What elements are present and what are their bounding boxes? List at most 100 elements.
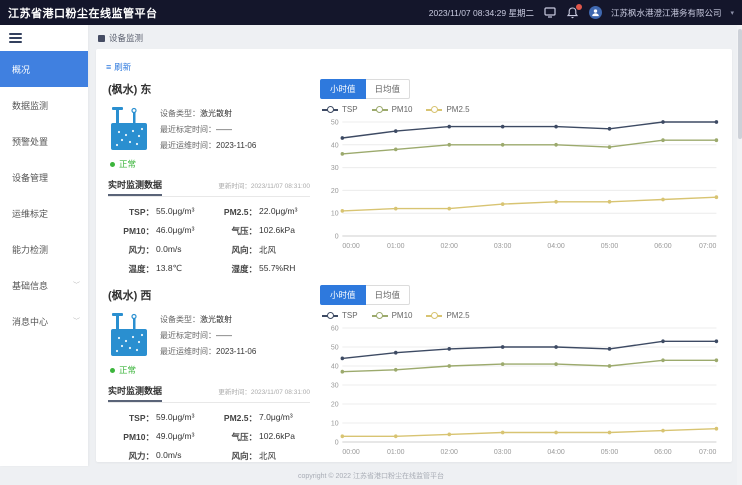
- tsp-value: 59.0μg/m³: [156, 412, 194, 424]
- device-type-label: 设备类型：: [160, 109, 200, 118]
- sidebar-item-device-management[interactable]: 设备管理: [0, 159, 88, 195]
- bell-icon[interactable]: [566, 6, 580, 20]
- last-calibration-value: ——: [216, 125, 232, 134]
- last-maintenance-value: 2023-11-06: [216, 347, 256, 356]
- app-window: 江苏省港口粉尘在线监管平台 2023/11/07 08:34:29 星期二 江苏…: [0, 0, 742, 485]
- status-text: 正常: [119, 364, 136, 376]
- hamburger-icon[interactable]: [9, 33, 22, 43]
- tab-daily[interactable]: 日均值: [366, 79, 411, 99]
- last-calibration-label: 最近标定时间：: [160, 331, 216, 340]
- tab-hourly[interactable]: 小时值: [320, 79, 366, 99]
- metrics-grid: TSP：55.0μg/m³ PM2.5：22.0μg/m³ PM10：46.0μ…: [108, 203, 310, 275]
- copyright-text: copyright © 2022 江苏省港口粉尘在线监管平台: [298, 471, 444, 481]
- section-square-icon: [98, 35, 105, 42]
- legend-tsp[interactable]: TSP: [322, 105, 358, 114]
- last-calibration-value: ——: [216, 331, 232, 340]
- refresh-icon: ≡: [106, 62, 111, 72]
- device-section-west: (枫水) 西: [106, 285, 722, 462]
- chart-tabs: 小时值 日均值: [320, 79, 722, 99]
- pressure-value: 102.6kPa: [259, 225, 295, 237]
- device-type-value: 激光散射: [200, 109, 232, 118]
- sidebar-item-alert-handling[interactable]: 预警处置: [0, 123, 88, 159]
- svg-text:10: 10: [331, 418, 339, 427]
- sidebar-item-basic-info[interactable]: 基础信息﹀: [0, 267, 88, 303]
- sidebar-item-capability-test[interactable]: 能力检测: [0, 231, 88, 267]
- company-name[interactable]: 江苏枫水港澄江港务有限公司: [611, 7, 722, 19]
- svg-text:40: 40: [331, 140, 339, 149]
- footer: copyright © 2022 江苏省港口粉尘在线监管平台: [0, 466, 742, 485]
- avatar-icon[interactable]: [589, 6, 602, 19]
- update-time: 更新时间：2023/11/07 08:31:00: [218, 180, 310, 190]
- legend-pm25[interactable]: PM2.5: [426, 311, 469, 320]
- header-datetime: 2023/11/07 08:34:29 星期二: [429, 7, 534, 19]
- pm25-value: 22.0μg/m³: [259, 206, 297, 218]
- wind-force-value: 0.0m/s: [156, 450, 182, 462]
- svg-text:02:00: 02:00: [440, 447, 457, 456]
- temperature-value: 13.8℃: [156, 263, 182, 275]
- svg-text:06:00: 06:00: [654, 447, 671, 456]
- svg-text:04:00: 04:00: [547, 447, 564, 456]
- refresh-button[interactable]: ≡ 刷新: [106, 61, 131, 73]
- svg-text:50: 50: [331, 117, 339, 126]
- top-header: 江苏省港口粉尘在线监管平台 2023/11/07 08:34:29 星期二 江苏…: [0, 0, 742, 25]
- svg-text:03:00: 03:00: [494, 241, 511, 250]
- svg-text:0: 0: [335, 231, 339, 240]
- svg-text:20: 20: [331, 186, 339, 195]
- pm10-value: 46.0μg/m³: [156, 225, 194, 237]
- status-text: 正常: [119, 158, 136, 170]
- legend-tsp[interactable]: TSP: [322, 311, 358, 320]
- legend-marker-icon: [322, 105, 338, 114]
- last-calibration-label: 最近标定时间：: [160, 125, 216, 134]
- svg-text:03:00: 03:00: [494, 447, 511, 456]
- tab-hourly[interactable]: 小时值: [320, 285, 366, 305]
- sidebar-item-overview[interactable]: 概况: [0, 51, 88, 87]
- svg-text:01:00: 01:00: [387, 241, 404, 250]
- line-chart-west: 010203040506000:0001:0002:0003:0004:0005…: [320, 322, 722, 458]
- tab-daily[interactable]: 日均值: [366, 285, 411, 305]
- legend-pm10[interactable]: PM10: [372, 105, 413, 114]
- metrics-grid: TSP：59.0μg/m³ PM2.5：7.0μg/m³ PM10：49.0μg…: [108, 409, 310, 462]
- wind-direction-value: 北风: [259, 244, 276, 256]
- update-time: 更新时间：2023/11/07 08:31:00: [218, 386, 310, 396]
- svg-text:10: 10: [331, 208, 339, 217]
- notification-badge: [576, 4, 582, 10]
- svg-text:07:00: 07:00: [699, 241, 716, 250]
- wind-direction-value: 北风: [259, 450, 276, 462]
- chevron-down-icon: ﹀: [73, 317, 80, 325]
- sidebar-item-ops-calibration[interactable]: 运维标定: [0, 195, 88, 231]
- scrollbar-thumb[interactable]: [738, 29, 742, 139]
- device-type-value: 激光散射: [200, 315, 232, 324]
- breadcrumb: 设备监测: [96, 30, 732, 49]
- dust-monitor-icon: [108, 105, 150, 153]
- last-maintenance-value: 2023-11-06: [216, 141, 256, 150]
- legend-pm25[interactable]: PM2.5: [426, 105, 469, 114]
- sidebar-item-message-center[interactable]: 消息中心﹀: [0, 303, 88, 339]
- vertical-scrollbar[interactable]: [737, 25, 742, 485]
- chevron-down-icon: ▾: [730, 9, 734, 17]
- legend-pm10[interactable]: PM10: [372, 311, 413, 320]
- tsp-value: 55.0μg/m³: [156, 206, 194, 218]
- device-section-east: (枫水) 东: [106, 79, 722, 275]
- line-chart-east: 0102030405000:0001:0002:0003:0004:0005:0…: [320, 116, 722, 252]
- breadcrumb-label: 设备监测: [109, 32, 143, 44]
- status-dot: [110, 162, 115, 167]
- device-title: (枫水) 西: [108, 287, 310, 303]
- svg-text:30: 30: [331, 380, 339, 389]
- svg-text:04:00: 04:00: [547, 241, 564, 250]
- last-maintenance-label: 最近运维时间：: [160, 141, 216, 150]
- svg-text:60: 60: [331, 323, 339, 332]
- sidebar: 概况 数据监测 预警处置 设备管理 运维标定 能力检测 基础信息﹀ 消息中心﹀: [0, 25, 88, 466]
- chart-legend: TSP PM10 PM2.5: [322, 311, 722, 320]
- svg-text:40: 40: [331, 361, 339, 370]
- legend-marker-icon: [372, 105, 388, 114]
- fullscreen-monitor-icon[interactable]: [543, 6, 557, 20]
- svg-text:01:00: 01:00: [387, 447, 404, 456]
- svg-text:00:00: 00:00: [342, 447, 359, 456]
- legend-marker-icon: [426, 311, 442, 320]
- device-type-label: 设备类型：: [160, 315, 200, 324]
- pm25-value: 7.0μg/m³: [259, 412, 293, 424]
- svg-text:50: 50: [331, 342, 339, 351]
- sidebar-item-data-monitoring[interactable]: 数据监测: [0, 87, 88, 123]
- wind-force-value: 0.0m/s: [156, 244, 182, 256]
- chart-legend: TSP PM10 PM2.5: [322, 105, 722, 114]
